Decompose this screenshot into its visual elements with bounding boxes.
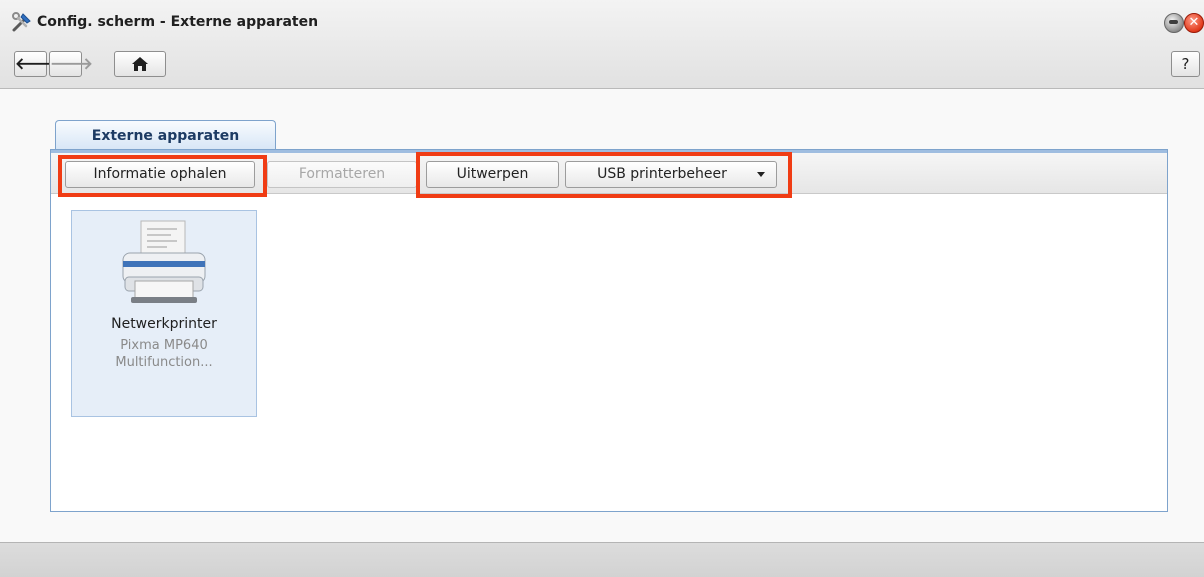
home-button[interactable] xyxy=(114,51,166,77)
devices-panel: Informatie ophalen Formatteren Uitwerpen… xyxy=(50,149,1168,512)
tab-externe-apparaten[interactable]: Externe apparaten xyxy=(55,120,276,150)
close-icon: ✕ xyxy=(1188,15,1200,30)
device-name: Netwerkprinter xyxy=(111,316,217,332)
device-model: Pixma MP640 xyxy=(120,338,208,353)
title-toolbar: Config. scherm - Externe apparaten ✕ 🡐 🡒… xyxy=(0,0,1204,89)
printer-icon xyxy=(122,220,206,303)
minimize-button[interactable] xyxy=(1164,13,1184,33)
window: Config. scherm - Externe apparaten ✕ 🡐 🡒… xyxy=(0,0,1204,577)
home-icon xyxy=(132,57,148,71)
help-button[interactable]: ? xyxy=(1171,51,1200,77)
device-description: Multifunction... xyxy=(115,355,213,370)
help-label: ? xyxy=(1181,55,1190,73)
tools-icon xyxy=(12,12,31,32)
format-button[interactable]: Formatteren xyxy=(267,161,417,188)
window-title: Config. scherm - Externe apparaten xyxy=(37,14,319,30)
close-button[interactable]: ✕ xyxy=(1184,13,1204,33)
highlight-box-get-info xyxy=(58,155,267,197)
highlight-box-eject-usb xyxy=(416,152,792,198)
device-tile[interactable]: Netwerkprinter Pixma MP640 Multifunction… xyxy=(71,210,257,417)
arrow-right-icon: 🡒 xyxy=(50,54,93,73)
status-bar xyxy=(0,542,1204,577)
back-button[interactable]: 🡐 xyxy=(14,51,58,77)
tab-label: Externe apparaten xyxy=(91,128,240,144)
forward-button[interactable]: 🡒 xyxy=(49,51,93,77)
